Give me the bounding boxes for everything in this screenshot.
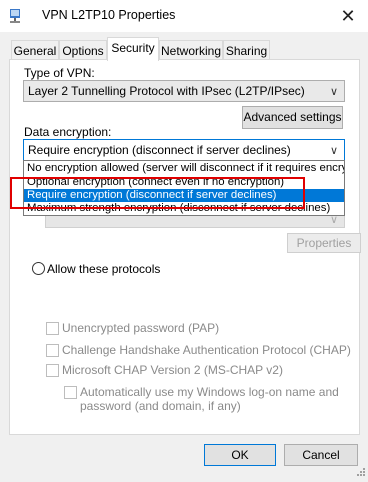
highlight-annotation-box: [10, 177, 305, 209]
network-connection-icon: [9, 9, 21, 23]
vpn-type-label: Type of VPN:: [24, 66, 95, 80]
resize-grip-icon[interactable]: [354, 467, 366, 479]
pap-label: Unencrypted password (PAP): [62, 321, 220, 335]
chevron-down-icon: ∨: [329, 145, 338, 157]
vpn-type-select[interactable]: Layer 2 Tunnelling Protocol with IPsec (…: [23, 80, 345, 102]
data-encryption-select[interactable]: Require encryption (disconnect if server…: [23, 139, 345, 161]
chevron-down-icon: ∨: [329, 86, 338, 98]
auto-logon-checkbox[interactable]: [64, 386, 77, 399]
auto-logon-label-line1: Automatically use my Windows log-on name…: [80, 385, 339, 399]
auto-logon-label-line2: password (and domain, if any): [80, 399, 241, 413]
cancel-button[interactable]: Cancel: [284, 444, 358, 466]
ok-button[interactable]: OK: [204, 444, 276, 466]
dropdown-option[interactable]: No encryption allowed (server will disco…: [24, 162, 344, 175]
allow-protocols-label: Allow these protocols: [47, 262, 161, 276]
mschap-label: Microsoft CHAP Version 2 (MS-CHAP v2): [62, 363, 283, 377]
vpn-type-value: Layer 2 Tunnelling Protocol with IPsec (…: [28, 84, 305, 98]
chap-checkbox[interactable]: [46, 344, 59, 357]
tab-security[interactable]: Security: [107, 37, 159, 61]
chap-label: Challenge Handshake Authentication Proto…: [62, 343, 351, 357]
allow-protocols-radio[interactable]: [32, 262, 45, 275]
tab-networking[interactable]: Networking: [159, 40, 223, 61]
tab-general[interactable]: General: [11, 40, 59, 61]
properties-button[interactable]: Properties: [287, 233, 361, 253]
title-bar: VPN L2TP10 Properties ✕: [0, 0, 368, 32]
pap-checkbox[interactable]: [46, 322, 59, 335]
data-encryption-label: Data encryption:: [24, 125, 112, 139]
tab-sharing[interactable]: Sharing: [223, 40, 270, 61]
advanced-settings-button[interactable]: Advanced settings: [242, 106, 343, 129]
data-encryption-value: Require encryption (disconnect if server…: [28, 143, 291, 157]
window-title: VPN L2TP10 Properties: [42, 8, 176, 22]
close-icon[interactable]: ✕: [330, 3, 366, 29]
tab-options[interactable]: Options: [59, 40, 107, 61]
mschap-checkbox[interactable]: [46, 364, 59, 377]
